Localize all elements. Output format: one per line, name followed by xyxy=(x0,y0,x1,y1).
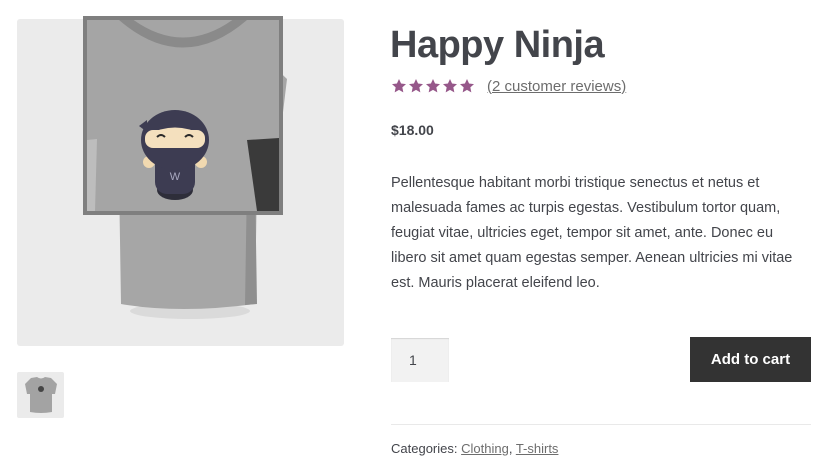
categories-label: Categories: xyxy=(391,441,458,456)
divider xyxy=(391,424,811,425)
zoom-lens[interactable]: W xyxy=(83,16,283,215)
product-description: Pellentesque habitant morbi tristique se… xyxy=(391,175,793,291)
star-icon xyxy=(443,79,457,93)
category-separator: , xyxy=(508,441,516,456)
star-icon xyxy=(409,79,423,93)
svg-text:W: W xyxy=(170,171,181,183)
category-link-tshirts[interactable]: T-shirts xyxy=(516,441,559,456)
reviews-link[interactable]: (2 customer reviews) xyxy=(487,78,626,95)
product-categories: Categories: Clothing, T-shirts xyxy=(391,441,558,456)
product-rating: (2 customer reviews) xyxy=(391,75,626,97)
add-to-cart-button[interactable]: Add to cart xyxy=(690,337,811,382)
product-image-gallery[interactable]: W xyxy=(17,16,344,346)
zoomed-ninja-image: W xyxy=(87,20,279,211)
product-page: W Happy Ninja (2 customer reviews) $18.0… xyxy=(0,0,835,473)
quantity-input[interactable] xyxy=(391,338,449,382)
product-thumbnail[interactable] xyxy=(17,372,64,418)
category-link-clothing[interactable]: Clothing xyxy=(461,441,509,456)
tshirt-thumbnail-image xyxy=(25,377,57,413)
product-title: Happy Ninja xyxy=(390,24,605,66)
star-icon xyxy=(460,79,474,93)
star-rating xyxy=(391,78,475,94)
product-price: $18.00 xyxy=(391,122,434,138)
star-icon xyxy=(426,79,440,93)
star-icon xyxy=(392,79,406,93)
